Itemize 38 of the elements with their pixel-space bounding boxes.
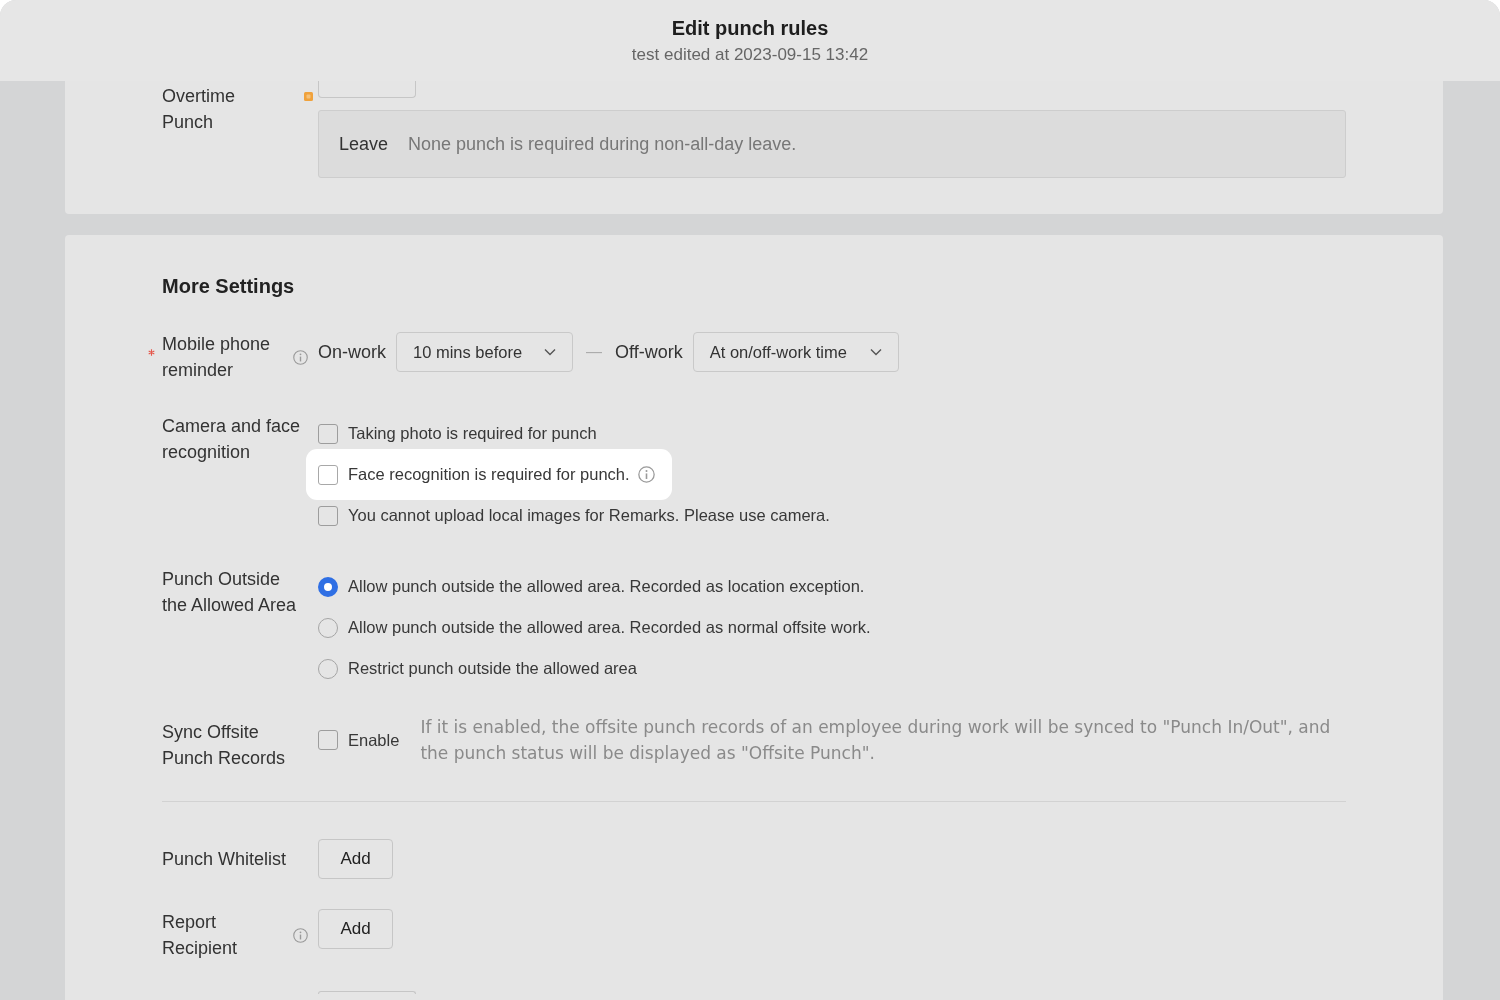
checkbox-label: You cannot upload local images for Remarks. Please use camera. — [348, 506, 830, 525]
add-button[interactable]: Add — [318, 909, 393, 949]
edit-timestamp: test edited at 2023-09-15 13:42 — [631, 44, 869, 66]
field-label: Camera and face recognition — [162, 415, 302, 464]
add-button[interactable]: Add — [318, 839, 393, 879]
leave-label: Leave — [339, 133, 389, 155]
field-label: Mobile phone reminder — [162, 333, 272, 382]
chevron-down-icon — [869, 348, 882, 356]
off-work-label: Off-work — [615, 341, 683, 363]
checkbox[interactable] — [318, 505, 338, 526]
section-title: More Settings — [162, 274, 296, 299]
checkbox[interactable] — [318, 464, 338, 485]
on-work-label: On-work — [318, 341, 386, 363]
radio-button[interactable] — [318, 576, 338, 597]
radio-label: Allow punch outside the allowed area. Recorded as location exception. — [348, 577, 865, 596]
radio-label: Restrict punch outside the allowed area — [348, 659, 637, 678]
dropdown[interactable]: At on/off-work time — [692, 332, 899, 372]
dialog-title: Edit punch rules — [671, 16, 829, 41]
field-label: Punch Outside the Allowed Area — [162, 568, 298, 617]
checkbox[interactable] — [318, 423, 338, 444]
help-text: If it is enabled, the offsite punch records of an employee during work will be synced to "Punch In/Out", and the punch status will be displayed as "Offsite Punch". — [420, 716, 1332, 765]
field-label: Punch Whitelist — [162, 848, 287, 871]
field-label: Report Recipient — [162, 911, 239, 960]
field-label: Overtime Punch — [162, 85, 236, 134]
dropdown[interactable]: 10 mins before — [396, 332, 573, 372]
info-icon[interactable] — [293, 927, 308, 943]
chevron-down-icon — [544, 348, 556, 356]
leave-text: None punch is required during non-all-day leave. — [408, 133, 797, 155]
cut-off-button[interactable] — [318, 81, 416, 98]
checkbox[interactable] — [318, 730, 338, 750]
separator-dash: — — [586, 343, 602, 361]
info-icon[interactable] — [637, 466, 655, 483]
checkbox-label: Taking photo is required for punch — [348, 424, 597, 443]
checkbox-label: Enable — [348, 730, 400, 750]
info-icon[interactable] — [293, 349, 308, 365]
radio-label: Allow punch outside the allowed area. Recorded as normal offsite work. — [348, 618, 871, 637]
field-label: Sync Offsite Punch Records — [162, 721, 287, 770]
checkbox-label: Face recognition is required for punch. — [348, 465, 630, 484]
